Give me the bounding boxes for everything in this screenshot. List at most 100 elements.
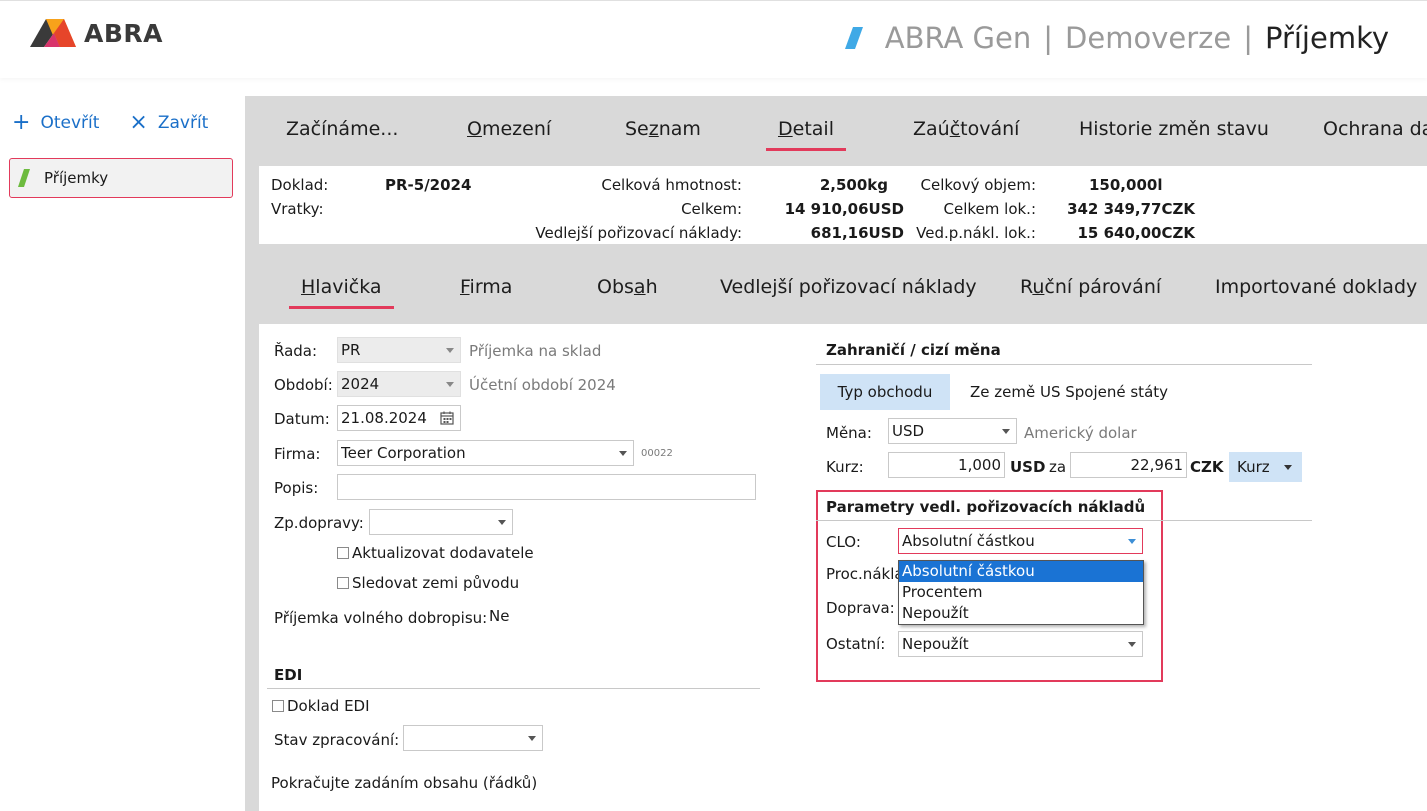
tab-historie[interactable]: Historie změn stavu	[1079, 118, 1269, 140]
dropdown-option-absolutni[interactable]: Absolutní částkou	[899, 561, 1143, 582]
tab-hlavicka[interactable]: Hlavička	[289, 276, 393, 309]
sidebar: + Otevřít × Zavřít Příjemky	[0, 96, 245, 811]
stav-select[interactable]	[403, 725, 543, 751]
close-button[interactable]: × Zavřít	[129, 112, 208, 134]
tab-seznam[interactable]: Seznam	[625, 118, 701, 140]
doprava-label: Doprava:	[826, 599, 895, 617]
open-button[interactable]: + Otevřít	[12, 112, 99, 134]
vedl-lok-value: 15 640,00CZK	[1077, 224, 1196, 242]
rada-select[interactable]: PR	[337, 337, 461, 363]
title-separator: |	[1243, 21, 1253, 55]
document-summary: Doklad: PR-5/2024 Vratky: Celková hmotno…	[259, 166, 1427, 244]
open-label: Otevřít	[40, 113, 100, 133]
dropdown-option-nepouzit[interactable]: Nepoužít	[899, 603, 1143, 624]
firma-select[interactable]: Teer Corporation	[337, 440, 634, 466]
mena-select[interactable]: USD	[888, 418, 1017, 444]
firma-code: 00022	[641, 448, 673, 459]
chevron-down-icon	[528, 735, 536, 741]
dobropis-value: Ne	[489, 607, 510, 625]
tab-zauctovani[interactable]: Zaúčtování	[913, 118, 1019, 140]
ostatni-label: Ostatní:	[826, 635, 886, 653]
chevron-down-icon	[1128, 538, 1136, 544]
doklad-edi-checkbox[interactable]: Doklad EDI	[272, 697, 370, 715]
ostatni-select[interactable]: Nepoužít	[898, 631, 1143, 657]
logo-text: ABRA	[84, 18, 164, 48]
sidebar-item-prijemky[interactable]: Příjemky	[9, 158, 233, 198]
aktualizovat-label: Aktualizovat dodavatele	[352, 544, 534, 562]
kurz-za: za	[1049, 458, 1067, 476]
app-window: ABRA ABRA Gen | Demoverze | Příjemky + O…	[0, 0, 1427, 811]
obdobi-label: Období:	[274, 376, 333, 394]
tab-vedlejsi-naklady[interactable]: Vedlejší pořizovací náklady	[720, 276, 977, 298]
datum-field[interactable]: 21.08.2024	[337, 405, 461, 431]
chevron-down-icon	[1128, 641, 1136, 647]
agenda-icon	[18, 169, 30, 187]
objem-label: Celkový objem:	[920, 176, 1036, 194]
tab-omezeni[interactable]: Omezení	[467, 118, 551, 140]
obdobi-desc: Účetní období 2024	[469, 376, 616, 394]
kurz-input-1[interactable]: 1,000	[888, 452, 1005, 478]
celkem-value: 14 910,06USD	[784, 200, 904, 218]
close-label: Zavřít	[157, 113, 209, 133]
title-app: ABRA Gen	[884, 21, 1032, 55]
sledovat-checkbox[interactable]: Sledovat zemi původu	[337, 574, 519, 592]
vratky-label: Vratky:	[271, 200, 324, 218]
tab-rucni-parovani[interactable]: Ruční párování	[1020, 276, 1161, 298]
clo-value: Absolutní částkou	[902, 532, 1035, 550]
dropdown-option-procentem[interactable]: Procentem	[899, 582, 1143, 603]
abra-logo: ABRA	[30, 17, 163, 49]
hmotnost-value: 2,500kg	[819, 176, 888, 194]
plus-icon: +	[12, 110, 31, 135]
edi-hint: Pokračujte zadáním obsahu (řádků)	[271, 774, 538, 792]
title-agenda: Příjemky	[1264, 21, 1389, 55]
rada-label: Řada:	[274, 342, 318, 360]
aktualizovat-checkbox[interactable]: Aktualizovat dodavatele	[337, 544, 534, 562]
kurz-currency-1: USD	[1010, 458, 1046, 476]
firma-value: Teer Corporation	[341, 444, 466, 462]
zpdopravy-select[interactable]	[369, 509, 513, 535]
datum-label: Datum:	[274, 410, 330, 428]
zeme-text: Ze země US Spojené státy	[970, 383, 1169, 401]
calendar-icon[interactable]	[438, 409, 456, 427]
kurz-currency-2: CZK	[1190, 458, 1224, 476]
kurz-label: Kurz:	[826, 458, 864, 476]
firma-label: Firma:	[274, 445, 321, 463]
divider	[267, 688, 760, 689]
tab-firma[interactable]: Firma	[460, 276, 512, 298]
divider	[816, 364, 1312, 365]
chevron-down-icon	[446, 347, 454, 353]
doklad-value: PR-5/2024	[385, 176, 472, 194]
tab-obsah[interactable]: Obsah	[597, 276, 658, 298]
checkbox-box[interactable]	[337, 547, 349, 559]
doklad-edi-label: Doklad EDI	[287, 697, 370, 715]
dobropis-label: Příjemka volného dobropisu:	[274, 609, 488, 627]
chevron-down-icon	[619, 450, 627, 456]
tab-importovane-doklady[interactable]: Importované doklady	[1215, 276, 1417, 298]
obdobi-select[interactable]: 2024	[337, 371, 461, 397]
foreign-title: Zahraničí / cizí měna	[826, 341, 1001, 359]
kurz-input-2[interactable]: 22,961	[1070, 452, 1187, 478]
main-tabs: Začínáme... Omezení Seznam Detail Zaúčto…	[245, 96, 1427, 166]
celkem-lok-label: Celkem lok.:	[943, 200, 1036, 218]
typ-obchodu-button[interactable]: Typ obchodu	[820, 374, 950, 410]
clo-label: CLO:	[826, 533, 861, 551]
clo-select[interactable]: Absolutní částkou	[898, 528, 1143, 554]
tab-detail[interactable]: Detail	[766, 118, 846, 151]
tab-zaciname[interactable]: Začínáme...	[286, 118, 398, 140]
title-company: Demoverze	[1065, 21, 1232, 55]
doklad-label: Doklad:	[271, 176, 329, 194]
header-form: Řada: PR Příjemka na sklad Období: 2024 …	[259, 324, 1427, 811]
chevron-down-icon	[498, 519, 506, 525]
checkbox-box[interactable]	[272, 700, 284, 712]
kurz-button[interactable]: Kurz	[1229, 452, 1302, 482]
clo-dropdown-list[interactable]: Absolutní částkou Procentem Nepoužít	[898, 560, 1144, 625]
checkbox-box[interactable]	[337, 577, 349, 589]
popis-label: Popis:	[274, 479, 319, 497]
params-title: Parametry vedl. pořizovacích nákladů	[826, 498, 1146, 516]
vedl-label: Vedlejší pořizovací náklady:	[535, 224, 742, 242]
stav-label: Stav zpracování:	[274, 731, 400, 749]
popis-input[interactable]	[337, 474, 756, 500]
rada-desc: Příjemka na sklad	[469, 342, 602, 360]
hmotnost-label: Celková hmotnost:	[601, 176, 742, 194]
tab-ochrana-dat[interactable]: Ochrana da	[1323, 118, 1427, 140]
